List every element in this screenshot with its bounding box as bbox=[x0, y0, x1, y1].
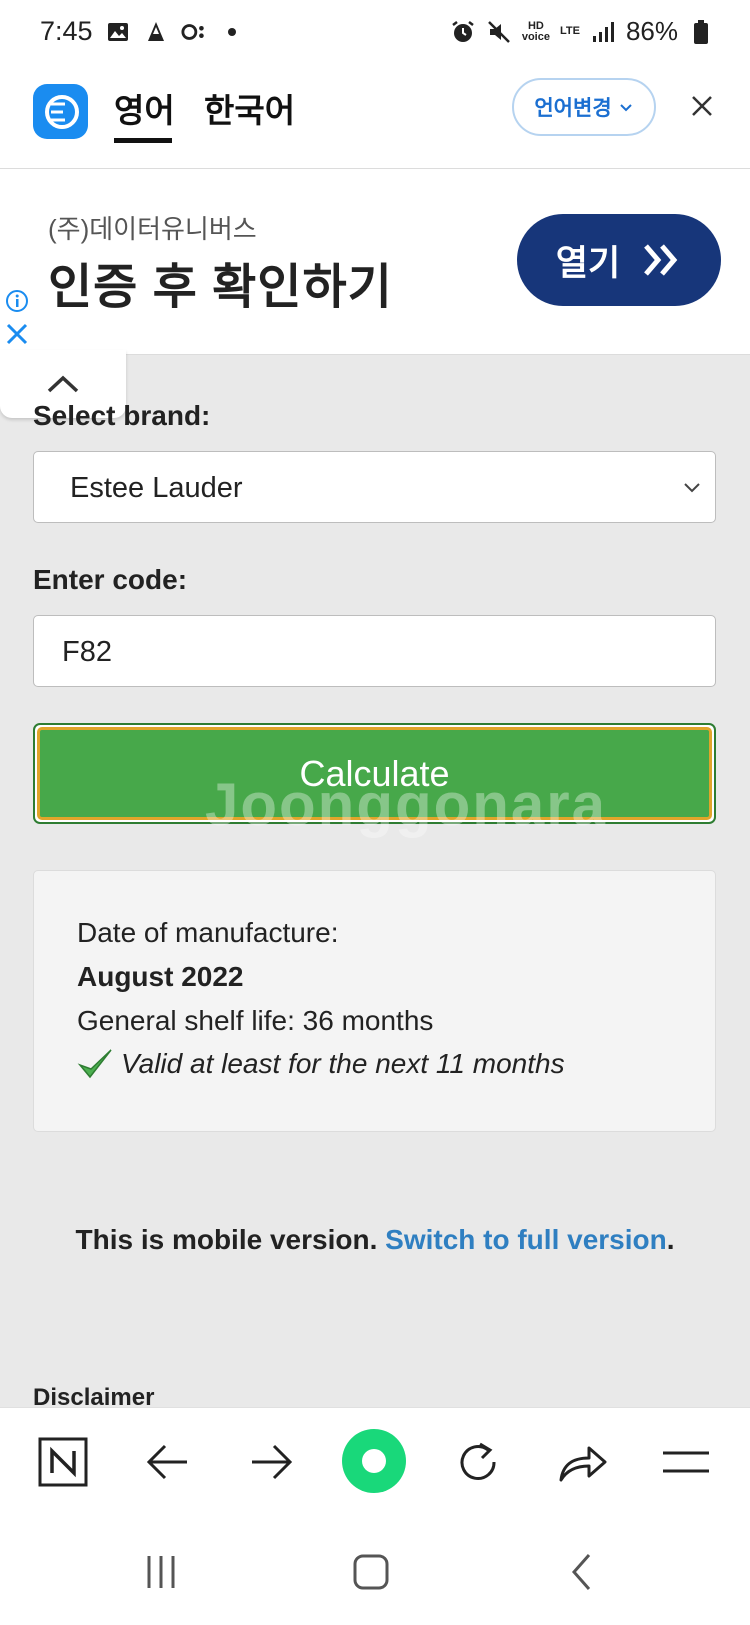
recent-apps-button[interactable] bbox=[136, 1547, 186, 1597]
naver-n-icon bbox=[38, 1437, 88, 1487]
code-input[interactable]: F82 bbox=[33, 615, 716, 687]
close-icon bbox=[692, 96, 712, 116]
translate-logo-icon bbox=[33, 84, 88, 139]
ad-close-icon[interactable] bbox=[6, 323, 28, 345]
brand-select-value: Estee Lauder bbox=[70, 472, 243, 504]
arrow-left-icon bbox=[146, 1444, 187, 1480]
change-language-label: 언어변경 bbox=[534, 97, 612, 120]
refresh-button[interactable] bbox=[448, 1432, 508, 1492]
brand-select[interactable]: Estee Lauder bbox=[33, 451, 716, 523]
home-button[interactable] bbox=[346, 1547, 396, 1597]
mobile-version-text: This is mobile version. bbox=[75, 1224, 378, 1255]
note-period: . bbox=[666, 1224, 675, 1255]
ad-info-icon[interactable] bbox=[5, 289, 29, 313]
green-dot-icon bbox=[342, 1429, 406, 1493]
more-dot-icon bbox=[219, 19, 245, 45]
status-bar: 7:45 HD voice LTE 86% bbox=[0, 0, 750, 70]
mobile-version-note: This is mobile version. Switch to full v… bbox=[0, 1224, 750, 1256]
lte-indicator: LTE bbox=[559, 25, 580, 37]
brand-label: Select brand: bbox=[33, 400, 211, 431]
mute-icon bbox=[486, 19, 512, 45]
battery-icon bbox=[688, 19, 714, 45]
signal-icon bbox=[590, 19, 616, 45]
tab-english[interactable]: 영어 bbox=[114, 84, 175, 132]
manufacture-date-label: Date of manufacture: bbox=[77, 917, 339, 948]
hd-voice-indicator: HD voice bbox=[521, 19, 550, 43]
tab-korean[interactable]: 한국어 bbox=[204, 84, 295, 132]
chevron-down-icon bbox=[619, 104, 632, 112]
link-notification-icon bbox=[181, 19, 207, 45]
validity-row: Valid at least for the next 11 months bbox=[77, 1046, 565, 1082]
home-square-icon bbox=[353, 1554, 389, 1590]
manufacture-date-value: August 2022 bbox=[77, 961, 244, 992]
switch-full-version-link[interactable]: Switch to full version bbox=[385, 1224, 667, 1255]
calculate-button-label: Calculate bbox=[37, 727, 712, 820]
forward-button[interactable] bbox=[242, 1432, 302, 1492]
arrow-right-icon bbox=[252, 1444, 293, 1480]
translate-bar: 영어 한국어 언어변경 bbox=[0, 70, 750, 168]
code-label: Enter code: bbox=[33, 564, 188, 595]
ad-open-label: 열기 bbox=[555, 243, 621, 283]
validity-text: Valid at least for the next 11 months bbox=[121, 1048, 565, 1079]
alarm-icon bbox=[450, 19, 476, 45]
chevron-left-icon bbox=[571, 1554, 591, 1590]
ad-banner[interactable]: (주)데이터유니버스 인증 후 확인하기 열기 bbox=[0, 168, 750, 355]
ad-headline: 인증 후 확인하기 bbox=[48, 261, 393, 314]
chevron-up-icon bbox=[47, 375, 79, 393]
ad-open-button[interactable]: 열기 bbox=[517, 214, 721, 306]
share-arrow-icon bbox=[559, 1446, 607, 1482]
double-chevron-right-icon bbox=[644, 244, 678, 276]
system-nav-bar bbox=[0, 1517, 750, 1625]
checkmark-icon bbox=[77, 1049, 112, 1079]
calculate-button[interactable]: Calculate bbox=[33, 723, 716, 824]
result-box: Date of manufacture: August 2022 General… bbox=[33, 870, 716, 1132]
naver-green-button[interactable] bbox=[341, 1428, 407, 1494]
refresh-icon bbox=[460, 1442, 496, 1480]
back-button[interactable] bbox=[137, 1432, 197, 1492]
shelf-life-text: General shelf life: 36 months bbox=[77, 1005, 434, 1036]
change-language-button[interactable]: 언어변경 bbox=[512, 78, 656, 136]
active-tab-indicator bbox=[114, 138, 172, 143]
battery-percent: 86% bbox=[625, 16, 678, 46]
hamburger-menu-icon bbox=[663, 1451, 709, 1473]
app-notification-icon bbox=[143, 19, 169, 45]
close-translate-button[interactable] bbox=[690, 94, 714, 118]
share-button[interactable] bbox=[553, 1432, 613, 1492]
menu-button[interactable] bbox=[656, 1432, 716, 1492]
system-back-button[interactable] bbox=[556, 1547, 606, 1597]
ad-company: (주)데이터유니버스 bbox=[48, 214, 257, 244]
browser-toolbar bbox=[0, 1407, 750, 1518]
recent-apps-icon bbox=[147, 1556, 175, 1588]
code-input-value: F82 bbox=[62, 636, 112, 668]
naver-home-button[interactable] bbox=[33, 1432, 93, 1492]
status-time: 7:45 bbox=[40, 16, 93, 46]
chevron-down-icon bbox=[684, 483, 700, 493]
gallery-icon bbox=[105, 19, 131, 45]
